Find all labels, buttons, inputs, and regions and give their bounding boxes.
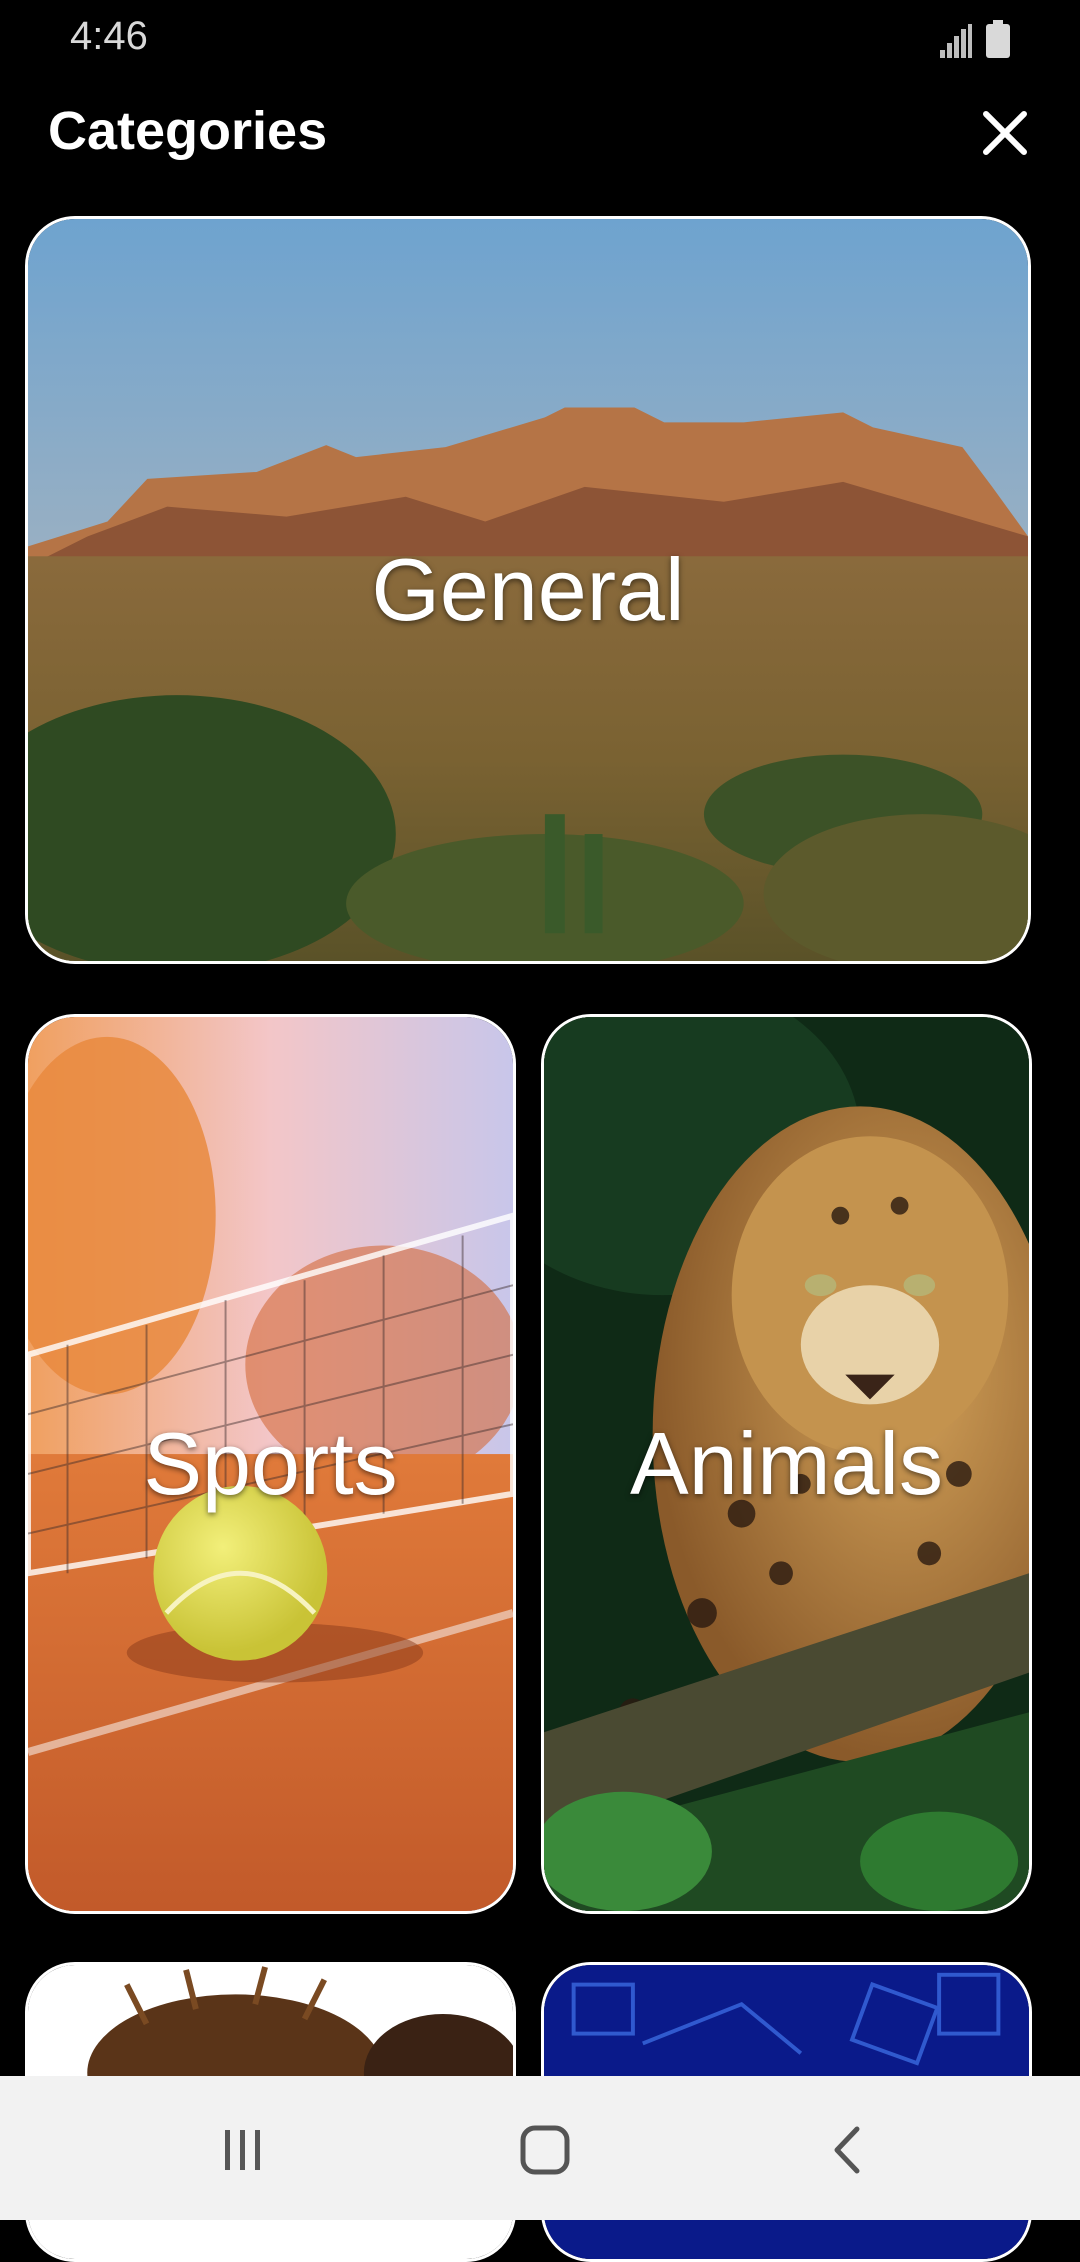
close-icon bbox=[983, 111, 1027, 155]
recents-button[interactable] bbox=[198, 2110, 288, 2190]
back-button[interactable] bbox=[802, 2110, 892, 2190]
recents-icon bbox=[225, 2130, 260, 2170]
home-button[interactable] bbox=[500, 2110, 590, 2190]
close-button[interactable] bbox=[970, 98, 1040, 168]
signal-icon bbox=[940, 24, 972, 58]
status-time: 4:46 bbox=[70, 14, 148, 58]
back-icon bbox=[834, 2126, 860, 2174]
category-label: Sports bbox=[143, 1414, 398, 1513]
category-card-animals[interactable]: Animals bbox=[541, 1014, 1032, 1914]
category-card-general[interactable]: General bbox=[25, 216, 1031, 964]
header: Categories bbox=[0, 76, 1080, 194]
home-icon bbox=[520, 2125, 570, 2175]
status-icons bbox=[940, 18, 1010, 58]
category-label: General bbox=[371, 540, 685, 639]
status-bar: 4:46 bbox=[0, 0, 1080, 76]
category-label: Animals bbox=[630, 1414, 943, 1513]
battery-icon bbox=[986, 20, 1010, 58]
page-title: Categories bbox=[48, 101, 328, 161]
category-card-sports[interactable]: Sports bbox=[25, 1014, 516, 1914]
system-nav-bar bbox=[0, 2076, 1080, 2220]
